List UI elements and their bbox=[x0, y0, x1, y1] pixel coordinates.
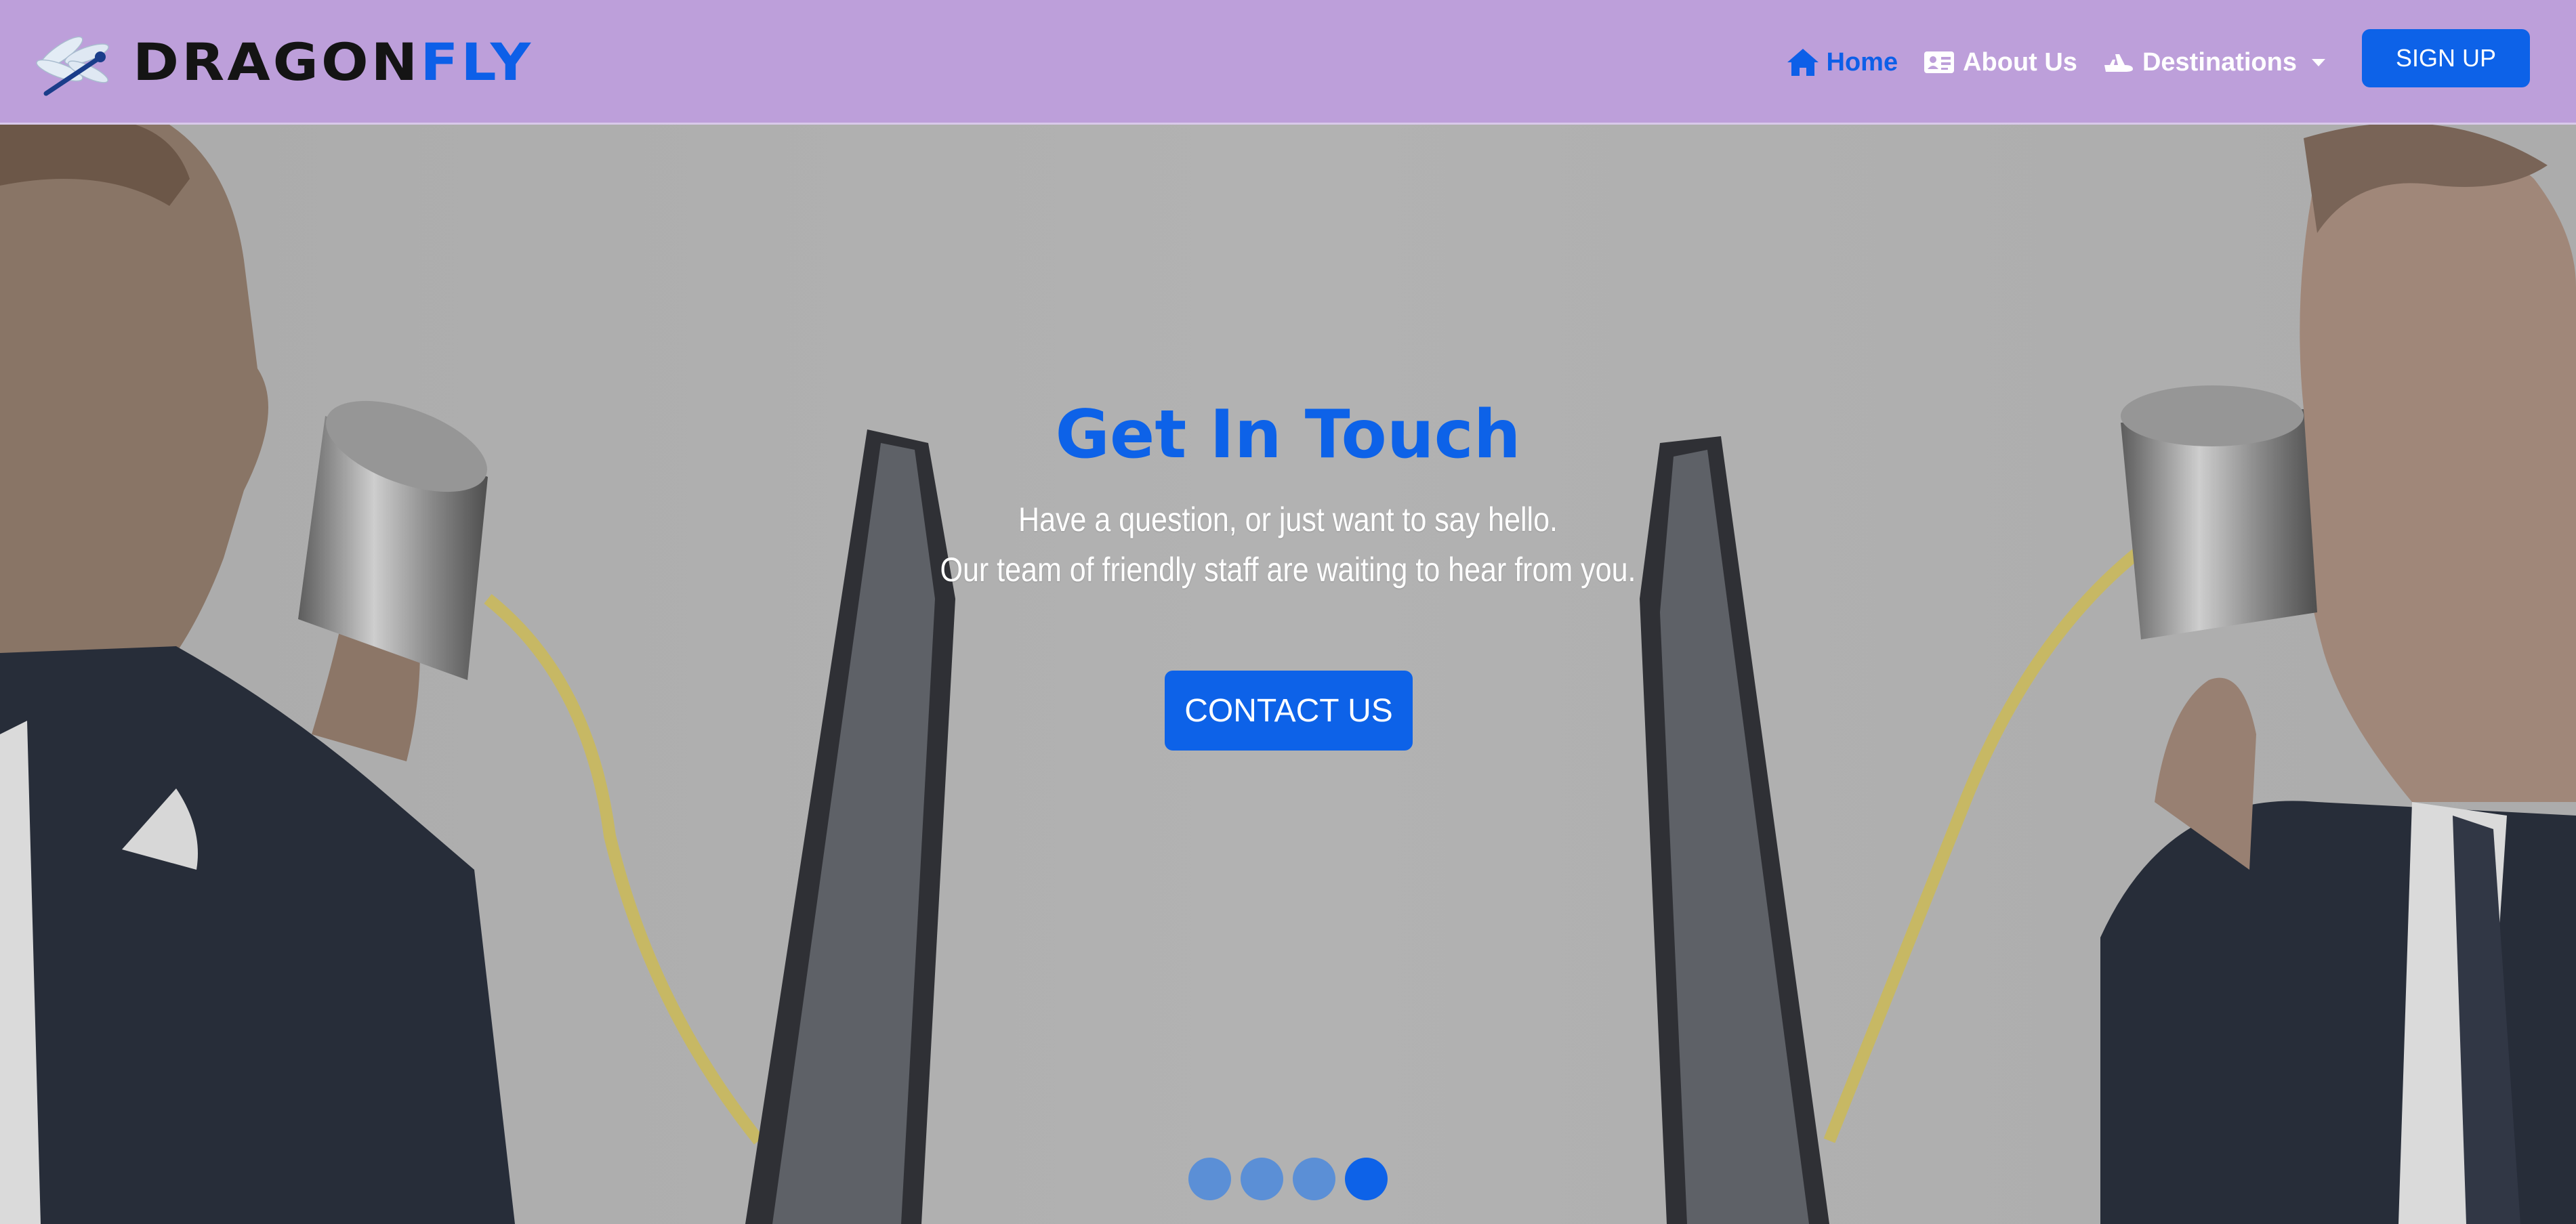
carousel-indicator-3[interactable] bbox=[1293, 1158, 1335, 1200]
brand-name-fly: FLY bbox=[420, 33, 534, 93]
hero-title: Get In Touch bbox=[1055, 396, 1521, 473]
page: DRAGONFLY Home About Us Destinations SIG… bbox=[0, 0, 2576, 1224]
nav-item-about-us[interactable]: About Us bbox=[1922, 47, 2077, 77]
plane-icon bbox=[2104, 54, 2133, 72]
id-card-icon bbox=[1924, 51, 1955, 73]
nav-item-home[interactable]: Home bbox=[1786, 47, 1898, 77]
hero-content: Get In Touch Have a question, or just wa… bbox=[881, 396, 1695, 595]
home-icon bbox=[1787, 49, 1819, 76]
nav-item-home-label: Home bbox=[1826, 47, 1898, 77]
hero-carousel: Get In Touch Have a question, or just wa… bbox=[0, 125, 2576, 1224]
navbar: DRAGONFLY Home About Us Destinations SIG… bbox=[0, 0, 2576, 125]
signup-button[interactable]: SIGN UP bbox=[2362, 29, 2530, 87]
hero-subtitle-line-1: Have a question, or just want to say hel… bbox=[1018, 500, 1558, 539]
carousel-indicator-4[interactable] bbox=[1345, 1158, 1388, 1200]
nav-item-destinations-label: Destinations bbox=[2142, 47, 2297, 77]
nav-item-about-us-label: About Us bbox=[1963, 47, 2077, 77]
carousel-indicator-2[interactable] bbox=[1241, 1158, 1283, 1200]
brand-name-dragon: DRAGON bbox=[133, 33, 421, 93]
brand-name: DRAGONFLY bbox=[133, 37, 533, 88]
hero-subtitle: Have a question, or just want to say hel… bbox=[938, 494, 1638, 595]
carousel-indicators bbox=[1188, 1158, 1397, 1200]
brand-link[interactable]: DRAGONFLY bbox=[34, 26, 533, 100]
dragonfly-logo-icon bbox=[36, 36, 109, 96]
nav-links: Home About Us Destinations bbox=[1762, 42, 2325, 83]
hero-subtitle-line-2: Our team of friendly staff are waiting t… bbox=[940, 550, 1636, 589]
contact-us-button[interactable]: CONTACT US bbox=[1165, 671, 1413, 751]
chevron-down-icon bbox=[2312, 58, 2325, 66]
carousel-indicator-1[interactable] bbox=[1188, 1158, 1231, 1200]
nav-item-destinations[interactable]: Destinations bbox=[2102, 47, 2325, 77]
